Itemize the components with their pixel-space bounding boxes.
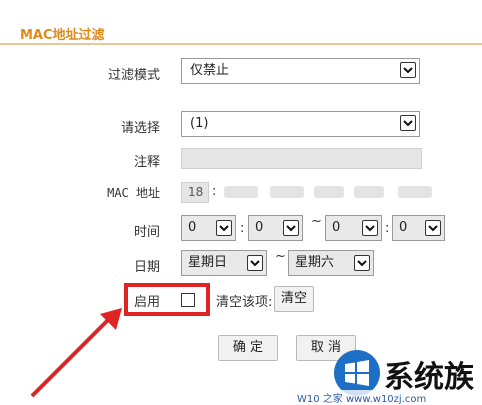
time-colon-2: : xyxy=(385,221,390,236)
clear-label: 清空该项: xyxy=(216,295,273,310)
title-divider xyxy=(0,43,482,45)
chevron-down-icon[interactable] xyxy=(283,220,299,236)
mac-octet-5-blurred[interactable] xyxy=(354,186,384,198)
chevron-down-icon[interactable] xyxy=(247,255,263,271)
filter-mode-label: 过滤模式 xyxy=(107,68,160,83)
rule-select-value: (1) xyxy=(190,116,209,131)
start-minute-select[interactable]: 0 xyxy=(248,215,303,241)
start-hour-select[interactable]: 0 xyxy=(181,215,236,241)
time-colon-1: : xyxy=(240,221,245,236)
mac-octet-1[interactable]: 18 xyxy=(181,182,209,203)
start-day-value: 星期日 xyxy=(188,255,228,270)
end-minute-value: 0 xyxy=(399,220,408,235)
chevron-down-icon[interactable] xyxy=(400,115,416,131)
date-label: 日期 xyxy=(133,260,160,275)
select-label: 请选择 xyxy=(120,121,160,136)
mac-separator: : xyxy=(212,184,217,199)
chevron-down-icon[interactable] xyxy=(400,62,416,78)
mac-label: MAC 地址 xyxy=(107,186,160,200)
red-arrow-icon xyxy=(30,308,122,398)
chevron-down-icon[interactable] xyxy=(354,255,370,271)
confirm-button[interactable]: 确 定 xyxy=(218,335,278,361)
chevron-down-icon[interactable] xyxy=(425,220,441,236)
highlight-box xyxy=(124,283,210,316)
end-hour-select[interactable]: 0 xyxy=(325,215,382,241)
rule-select[interactable]: (1) xyxy=(181,111,420,137)
date-range-sep: ~ xyxy=(275,249,286,264)
end-minute-select[interactable]: 0 xyxy=(392,215,445,241)
end-hour-value: 0 xyxy=(332,220,341,235)
watermark-logo: 系统族 W10 之家 www.w10zj.com xyxy=(294,348,482,405)
comment-label: 注释 xyxy=(133,155,160,170)
time-range-sep: ~ xyxy=(311,214,322,229)
chevron-down-icon[interactable] xyxy=(216,220,232,236)
chevron-down-icon[interactable] xyxy=(362,220,378,236)
mac-octet-4-blurred[interactable] xyxy=(314,186,344,198)
filter-mode-value: 仅禁止 xyxy=(190,63,230,78)
mac-octet-3-blurred[interactable] xyxy=(270,186,304,198)
page-title: MAC地址过滤 xyxy=(20,28,105,43)
clear-button[interactable]: 清空 xyxy=(274,286,314,312)
filter-mode-select[interactable]: 仅禁止 xyxy=(181,58,420,84)
start-minute-value: 0 xyxy=(255,220,264,235)
end-day-value: 星期六 xyxy=(295,255,335,270)
mac-octet-2-blurred[interactable] xyxy=(224,186,258,198)
end-day-select[interactable]: 星期六 xyxy=(288,250,374,276)
mac-octet-6-blurred[interactable] xyxy=(398,186,432,198)
time-label: 时间 xyxy=(133,225,160,240)
start-hour-value: 0 xyxy=(188,220,197,235)
comment-input[interactable] xyxy=(181,148,422,169)
start-day-select[interactable]: 星期日 xyxy=(181,250,267,276)
